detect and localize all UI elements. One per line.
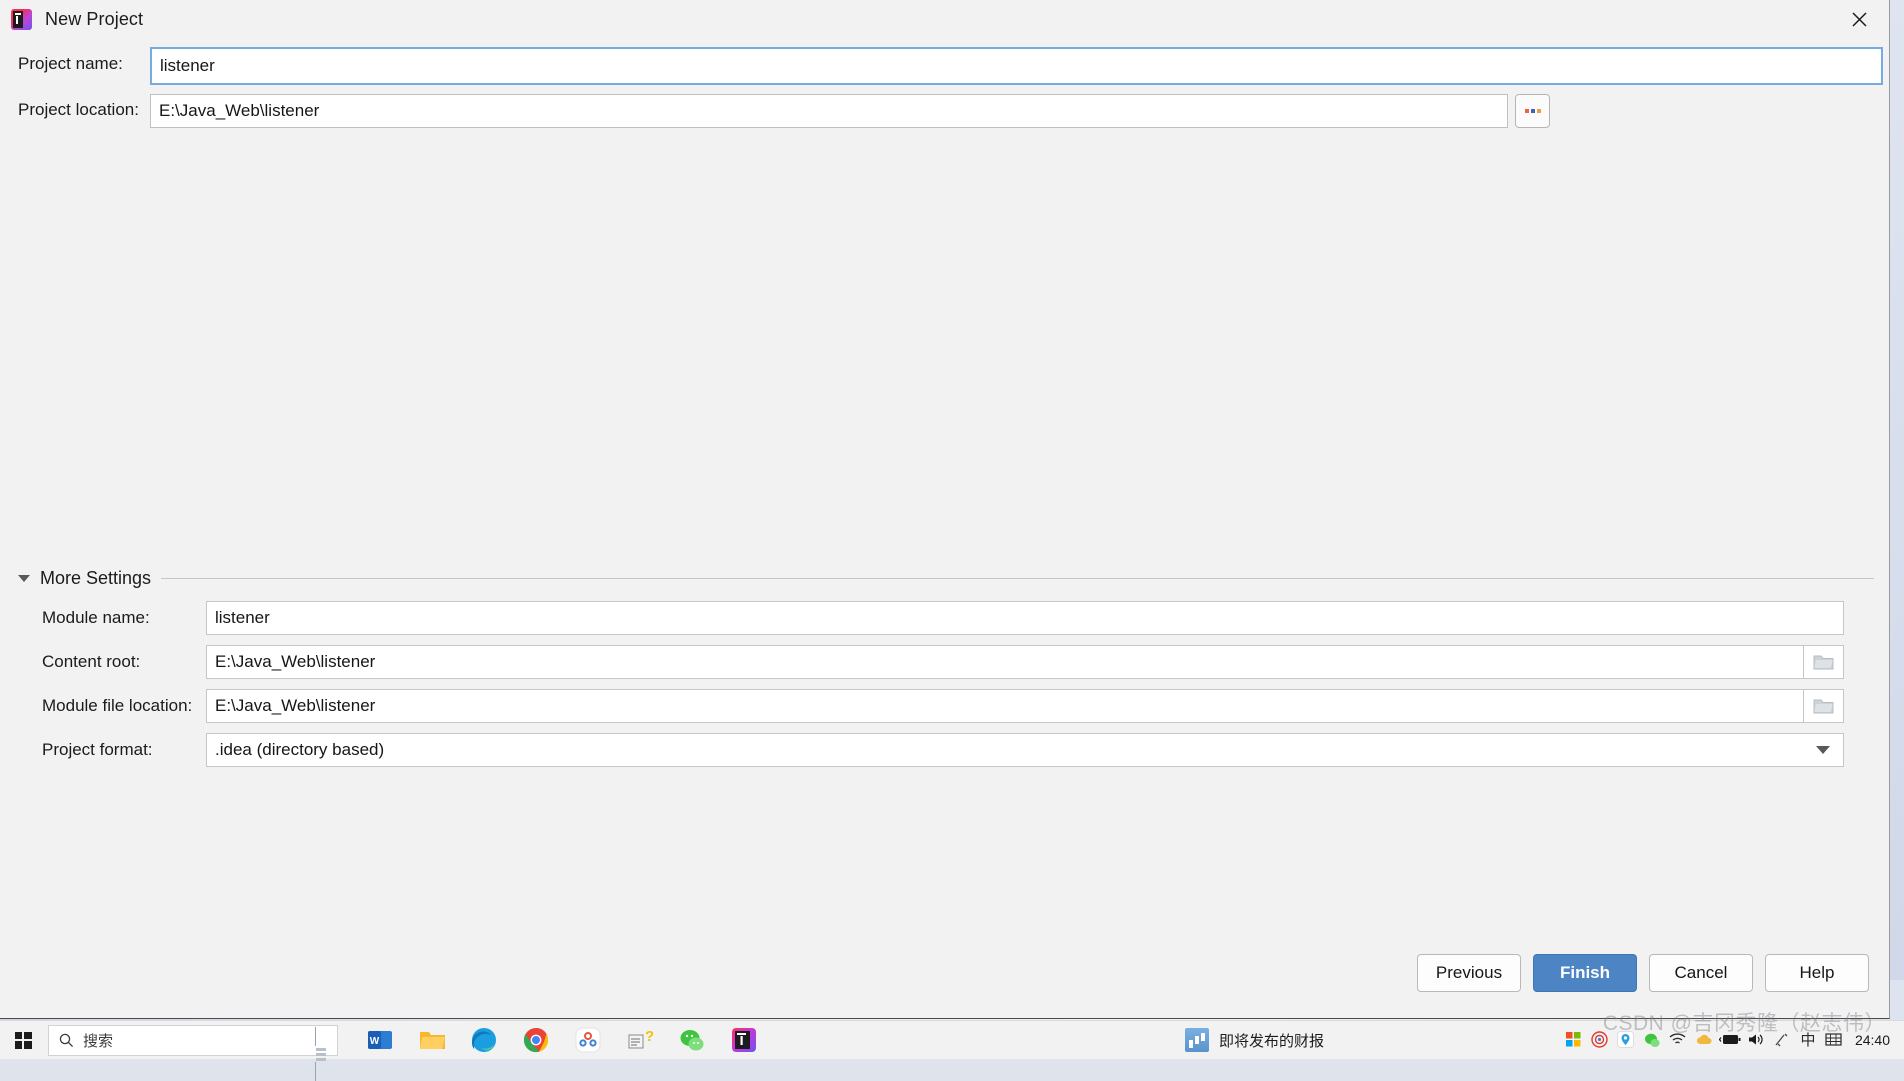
project-location-input[interactable]: E:\Java_Web\listener bbox=[150, 94, 1508, 128]
ellipsis-dot-icon bbox=[1537, 109, 1541, 113]
wechat-icon[interactable] bbox=[666, 1021, 718, 1060]
project-format-select[interactable]: .idea (directory based) bbox=[206, 733, 1844, 767]
word-icon[interactable]: W bbox=[354, 1021, 406, 1060]
module-name-input[interactable]: listener bbox=[206, 601, 1844, 635]
content-root-label: Content root: bbox=[42, 652, 140, 672]
volume-icon[interactable] bbox=[1743, 1020, 1769, 1059]
news-widget[interactable]: 即将发布的财报 bbox=[1185, 1028, 1324, 1052]
recording-icon[interactable] bbox=[1587, 1020, 1613, 1059]
dialog-title: New Project bbox=[45, 9, 143, 30]
triangle-down-icon[interactable] bbox=[18, 575, 30, 582]
browse-location-button[interactable] bbox=[1515, 94, 1550, 128]
windows-taskbar: 搜索 W bbox=[0, 1020, 1904, 1059]
location-icon[interactable] bbox=[1613, 1020, 1639, 1059]
new-project-dialog: New Project Project name: listener Proje… bbox=[0, 0, 1890, 1019]
news-label: 即将发布的财报 bbox=[1219, 1030, 1324, 1051]
dialog-titlebar: New Project bbox=[0, 0, 1889, 38]
search-placeholder: 搜索 bbox=[83, 1030, 113, 1051]
battery-icon[interactable] bbox=[1717, 1020, 1743, 1059]
project-name-input[interactable]: listener bbox=[150, 47, 1883, 85]
ime-chinese-icon[interactable]: 中 bbox=[1795, 1020, 1821, 1059]
edge-icon[interactable] bbox=[458, 1021, 510, 1060]
folder-icon bbox=[1813, 697, 1835, 715]
microsoft-store-icon[interactable] bbox=[1561, 1020, 1587, 1059]
chrome-icon[interactable] bbox=[510, 1021, 562, 1060]
module-file-location-input[interactable]: E:\Java_Web\listener bbox=[206, 689, 1804, 723]
intellij-idea-icon bbox=[11, 9, 32, 30]
ime-tool-icon[interactable] bbox=[1769, 1020, 1795, 1059]
content-root-input[interactable]: E:\Java_Web\listener bbox=[206, 645, 1804, 679]
project-location-row: Project location: bbox=[18, 100, 139, 120]
help-button[interactable]: Help bbox=[1765, 954, 1869, 992]
chevron-down-icon[interactable] bbox=[1816, 746, 1830, 754]
finish-button[interactable]: Finish bbox=[1533, 954, 1637, 992]
module-file-location-browse-button[interactable] bbox=[1804, 689, 1844, 723]
ellipsis-dot-icon bbox=[1525, 109, 1529, 113]
search-icon bbox=[59, 1033, 74, 1048]
svg-text:W: W bbox=[370, 1036, 380, 1047]
keyboard-icon[interactable] bbox=[1821, 1020, 1847, 1059]
help-icon[interactable]: ? bbox=[614, 1021, 666, 1060]
more-settings-section[interactable]: More Settings bbox=[18, 568, 1874, 589]
cancel-button[interactable]: Cancel bbox=[1649, 954, 1753, 992]
folder-icon bbox=[1813, 653, 1835, 671]
intellij-idea-icon[interactable] bbox=[718, 1021, 770, 1060]
file-explorer-icon[interactable] bbox=[406, 1021, 458, 1060]
close-icon[interactable] bbox=[1829, 0, 1889, 38]
section-divider bbox=[161, 578, 1874, 579]
qq-meeting-icon[interactable] bbox=[562, 1021, 614, 1060]
previous-button[interactable]: Previous bbox=[1417, 954, 1521, 992]
svg-text:?: ? bbox=[645, 1028, 653, 1045]
content-root-browse-button[interactable] bbox=[1804, 645, 1844, 679]
ellipsis-dot-icon bbox=[1531, 109, 1535, 113]
more-settings-label: More Settings bbox=[40, 568, 151, 589]
taskbar-app-icons: W bbox=[354, 1021, 770, 1060]
module-file-location-label: Module file location: bbox=[42, 696, 192, 716]
lighthouse-icon bbox=[315, 1028, 327, 1054]
news-chart-icon bbox=[1185, 1028, 1209, 1052]
search-input[interactable]: 搜索 bbox=[48, 1025, 338, 1056]
wechat-tray-icon[interactable] bbox=[1639, 1020, 1665, 1059]
taskbar-clock[interactable]: 24:40 bbox=[1847, 1032, 1898, 1048]
dialog-button-bar: Previous Finish Cancel Help bbox=[1417, 954, 1869, 992]
network-icon[interactable] bbox=[1665, 1020, 1691, 1059]
project-name-row: Project name: bbox=[18, 54, 150, 74]
system-tray: 中 24:40 bbox=[1561, 1020, 1904, 1059]
cloud-icon[interactable] bbox=[1691, 1020, 1717, 1059]
windows-start-icon[interactable] bbox=[0, 1021, 46, 1060]
project-location-label: Project location: bbox=[18, 100, 139, 120]
project-format-label: Project format: bbox=[42, 740, 153, 760]
module-name-label: Module name: bbox=[42, 608, 150, 628]
project-name-label: Project name: bbox=[18, 54, 150, 74]
